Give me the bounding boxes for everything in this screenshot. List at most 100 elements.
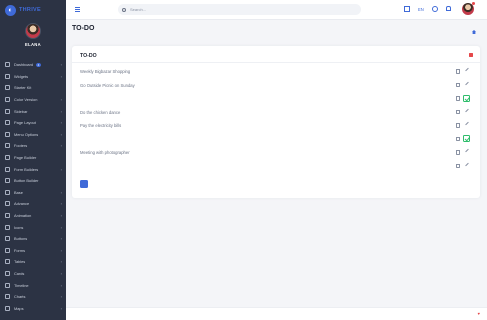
page-title: TO-DO bbox=[72, 25, 95, 32]
menu-item-icon bbox=[5, 85, 10, 91]
user-avatar[interactable] bbox=[462, 2, 475, 15]
menu-item-icon bbox=[5, 155, 10, 161]
check-icon[interactable] bbox=[463, 135, 470, 142]
pencil-icon[interactable] bbox=[463, 149, 470, 156]
sidebar-item-forms[interactable]: Forms › bbox=[0, 245, 66, 257]
footer: ♥ bbox=[66, 307, 487, 320]
task-label: Do the chicken dance bbox=[80, 109, 121, 115]
profile-name: ELANA bbox=[25, 42, 41, 47]
menu-item-icon bbox=[5, 97, 10, 103]
brand[interactable]: ◐ THRIVE bbox=[0, 0, 66, 20]
chevron-right-icon: › bbox=[60, 259, 62, 265]
sidebar-item-advance[interactable]: Advance › bbox=[0, 198, 66, 210]
task-row: Do the chicken dance bbox=[72, 106, 480, 120]
divider bbox=[72, 62, 480, 63]
sidebar-item-base[interactable]: Base › bbox=[0, 187, 66, 199]
pencil-icon[interactable] bbox=[463, 81, 470, 88]
sidebar-item-dashboard[interactable]: Dashboard 4 › bbox=[0, 59, 66, 71]
card-title: TO-DO bbox=[80, 53, 97, 59]
sidebar-item-label: Footers bbox=[14, 143, 28, 149]
task-row: Weekly Bigbazar Shopping bbox=[72, 65, 480, 79]
footer-credit: ♥ bbox=[476, 311, 480, 316]
sidebar-item-footers[interactable]: Footers › bbox=[0, 140, 66, 152]
mark-all-checkbox[interactable] bbox=[469, 53, 473, 57]
trash-icon[interactable] bbox=[456, 82, 460, 87]
trash-icon[interactable] bbox=[456, 69, 460, 74]
trash-icon[interactable] bbox=[456, 163, 460, 168]
menu-item-icon bbox=[5, 270, 10, 276]
chevron-right-icon: › bbox=[60, 213, 62, 219]
pencil-icon[interactable] bbox=[463, 108, 470, 115]
sidebar-item-sidebar[interactable]: Sidebar › bbox=[0, 105, 66, 117]
todo-card: TO-DO Weekly Bigbazar Shopping Go Outside… bbox=[72, 46, 480, 198]
chevron-right-icon: › bbox=[60, 294, 62, 300]
sidebar-menu: Dashboard 4 › Widgets › Starter Kit Color Vers… bbox=[0, 59, 66, 314]
sidebar-item-label: Buttons bbox=[14, 236, 28, 242]
sidebar-item-badge: 4 bbox=[36, 62, 41, 68]
sidebar-item-tables[interactable]: Tables › bbox=[0, 256, 66, 268]
search-bar[interactable] bbox=[118, 4, 361, 15]
chevron-right-icon: › bbox=[60, 166, 62, 172]
task-row bbox=[72, 160, 480, 174]
menu-item-icon bbox=[5, 189, 10, 195]
hamburger-icon[interactable] bbox=[75, 7, 80, 13]
chevron-right-icon: › bbox=[60, 120, 62, 126]
sidebar-item-label: Base bbox=[14, 189, 23, 195]
sidebar-item-buttons[interactable]: Buttons › bbox=[0, 233, 66, 245]
search-input[interactable] bbox=[130, 7, 330, 12]
trash-icon[interactable] bbox=[456, 150, 460, 155]
settings-icon[interactable] bbox=[432, 6, 438, 12]
sidebar-item-form-builders[interactable]: Form Builders › bbox=[0, 163, 66, 175]
sidebar: ◐ THRIVE ELANA Dashboard 4 › Widgets › Starte… bbox=[0, 0, 66, 320]
mark-all-finished[interactable] bbox=[467, 53, 473, 57]
menu-item-icon bbox=[5, 131, 10, 137]
fullscreen-icon[interactable] bbox=[404, 6, 410, 12]
menu-item-icon bbox=[5, 73, 10, 79]
sidebar-item-label: Form Builders bbox=[14, 166, 39, 172]
heart-icon: ♥ bbox=[477, 311, 480, 316]
trash-icon[interactable] bbox=[456, 123, 460, 128]
home-icon[interactable] bbox=[472, 30, 476, 34]
task-label: Weekly Bigbazar Shopping bbox=[80, 69, 131, 75]
menu-item-icon bbox=[5, 305, 10, 311]
chevron-right-icon: › bbox=[60, 224, 62, 230]
chevron-right-icon: › bbox=[60, 201, 62, 207]
bell-icon[interactable] bbox=[446, 6, 452, 12]
sidebar-item-menu-options[interactable]: Menu Options › bbox=[0, 129, 66, 141]
menu-item-icon bbox=[5, 259, 10, 265]
search-icon bbox=[122, 7, 126, 12]
pencil-icon[interactable] bbox=[463, 122, 470, 129]
sidebar-item-icons[interactable]: Icons › bbox=[0, 221, 66, 233]
chevron-right-icon: › bbox=[60, 305, 62, 311]
sidebar-item-page-builder[interactable]: Page Builder bbox=[0, 152, 66, 164]
sidebar-item-animation[interactable]: Animation › bbox=[0, 210, 66, 222]
sidebar-item-cards[interactable]: Cards › bbox=[0, 268, 66, 280]
sidebar-item-label: Button Builder bbox=[14, 178, 39, 184]
add-task-button[interactable] bbox=[80, 180, 88, 188]
sidebar-item-color-version[interactable]: Color Version › bbox=[0, 94, 66, 106]
check-icon[interactable] bbox=[463, 94, 470, 102]
sidebar-item-button-builder[interactable]: Button Builder bbox=[0, 175, 66, 187]
sidebar-item-label: Widgets bbox=[14, 73, 29, 79]
sidebar-item-maps[interactable]: Maps › bbox=[0, 302, 66, 314]
trash-icon[interactable] bbox=[456, 96, 460, 101]
sidebar-item-label: Page Layout bbox=[14, 120, 36, 126]
task-row bbox=[72, 133, 480, 147]
sidebar-item-widgets[interactable]: Widgets › bbox=[0, 71, 66, 83]
trash-icon[interactable] bbox=[456, 136, 460, 141]
sidebar-item-label: Timeline bbox=[14, 282, 29, 288]
sidebar-item-starter-kit[interactable]: Starter Kit bbox=[0, 82, 66, 94]
language-selector[interactable]: EN bbox=[418, 7, 424, 12]
avatar[interactable] bbox=[25, 23, 41, 39]
sidebar-item-timeline[interactable]: Timeline › bbox=[0, 279, 66, 291]
menu-item-icon bbox=[5, 282, 10, 288]
menu-item-icon bbox=[5, 247, 10, 253]
trash-icon[interactable] bbox=[456, 109, 460, 114]
chevron-right-icon: › bbox=[60, 73, 62, 79]
pencil-icon[interactable] bbox=[463, 68, 470, 75]
sidebar-item-page-layout[interactable]: Page Layout › bbox=[0, 117, 66, 129]
menu-item-icon bbox=[5, 120, 10, 126]
task-list: Weekly Bigbazar Shopping Go Outside Picni… bbox=[72, 65, 480, 173]
sidebar-item-charts[interactable]: Charts › bbox=[0, 291, 66, 303]
pencil-icon[interactable] bbox=[463, 162, 470, 169]
